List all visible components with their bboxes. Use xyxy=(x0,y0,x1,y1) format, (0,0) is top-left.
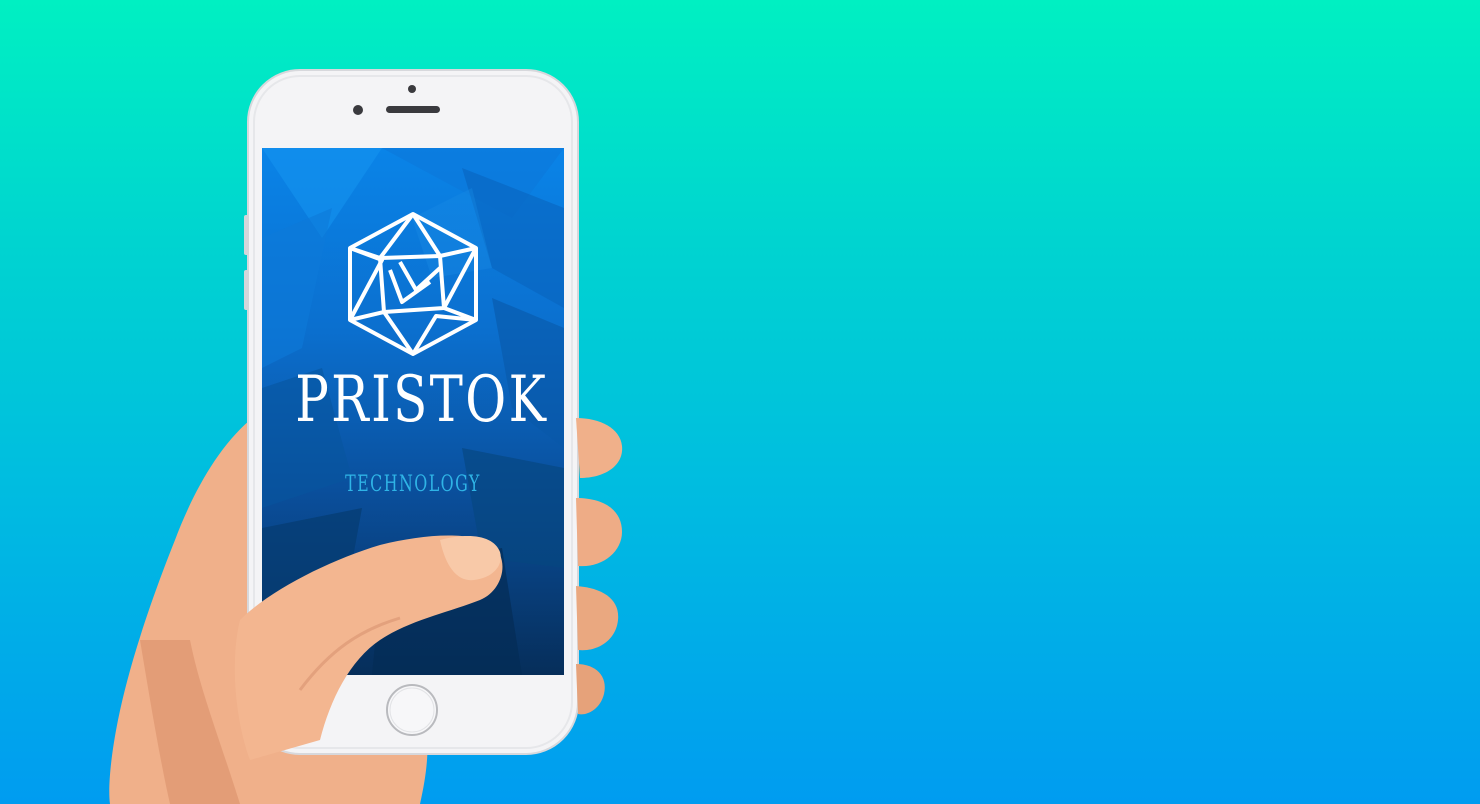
finger xyxy=(576,498,622,567)
earpiece-speaker xyxy=(386,106,440,113)
hand-holding-phone xyxy=(109,69,623,804)
volume-button xyxy=(244,215,249,255)
home-button xyxy=(386,684,438,736)
finger xyxy=(576,586,619,651)
polyhedron-logo-icon xyxy=(348,212,478,356)
front-camera xyxy=(408,85,416,93)
phone-screen: PRISTOK TECHNOLOGY xyxy=(262,148,564,675)
brand-tagline: TECHNOLOGY xyxy=(345,472,481,497)
brand-name: PRISTOK xyxy=(295,363,549,437)
finger xyxy=(576,418,623,478)
volume-button xyxy=(244,270,249,310)
finger xyxy=(576,664,605,715)
proximity-sensor xyxy=(353,105,363,115)
